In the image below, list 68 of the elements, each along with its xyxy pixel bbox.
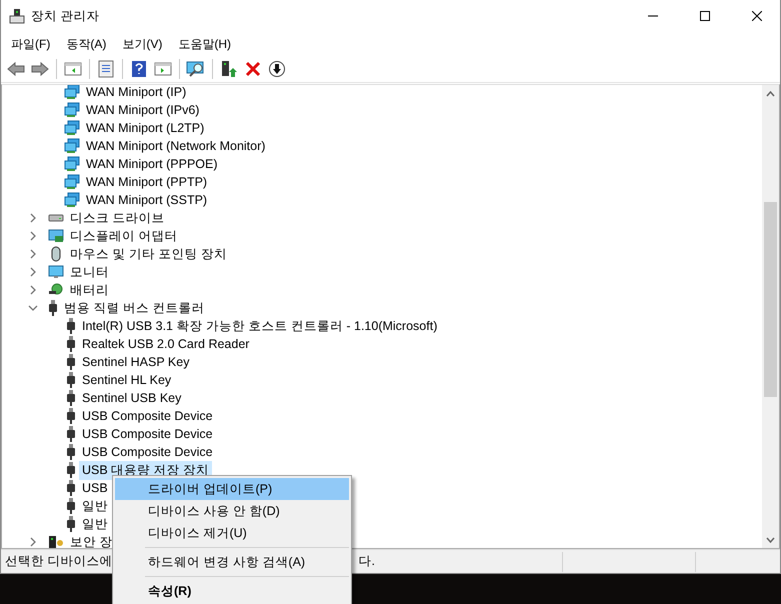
usb-plug-icon — [66, 462, 76, 478]
tree-item[interactable]: 일반 — [79, 496, 111, 516]
context-menu-item[interactable]: 속성(R) — [115, 580, 349, 602]
menu-item[interactable]: 동작(A) — [58, 32, 114, 56]
context-menu-item[interactable]: 하드웨어 변경 사항 검색(A) — [115, 551, 349, 573]
tree-item[interactable]: WAN Miniport (SSTP) — [83, 192, 210, 208]
tree-item[interactable]: USB Composite Device — [79, 426, 216, 442]
tree-category[interactable]: 배터리 — [67, 280, 112, 300]
context-menu-item[interactable]: 디바이스 제거(U) — [115, 522, 349, 544]
device-manager-icon — [9, 8, 25, 24]
usb-plug-icon — [66, 372, 76, 388]
network-computer-icon — [64, 138, 80, 154]
network-computer-icon — [64, 85, 80, 100]
tree-item[interactable]: WAN Miniport (PPPOE) — [83, 156, 221, 172]
display-adapter-icon — [48, 228, 64, 244]
tree-item[interactable]: WAN Miniport (L2TP) — [83, 120, 208, 136]
usb-plug-icon — [66, 390, 76, 406]
tree-item[interactable]: WAN Miniport (IPv6) — [83, 102, 202, 118]
usb-plug-icon — [66, 408, 76, 424]
tree-item[interactable]: Sentinel HL Key — [79, 372, 174, 388]
tree-item[interactable]: Sentinel HASP Key — [79, 354, 192, 370]
caret-down-icon — [766, 536, 775, 542]
usb-plug-icon — [66, 426, 76, 442]
tree-item[interactable]: Sentinel USB Key — [79, 390, 184, 406]
status-text: 다. — [357, 553, 375, 570]
download-icon[interactable] — [266, 58, 288, 80]
tree-category[interactable]: 디스플레이 어댑터 — [67, 226, 180, 246]
tree-item[interactable]: Intel(R) USB 3.1 확장 가능한 호스트 컨트롤러 - 1.10(Microsoft) — [79, 316, 440, 336]
menu-item[interactable]: 보기(V) — [114, 32, 170, 56]
usb-plug-icon — [66, 498, 76, 514]
scrollbar-thumb[interactable] — [764, 202, 777, 397]
tree-item[interactable]: WAN Miniport (PPTP) — [83, 174, 210, 190]
tree-category[interactable]: 보안 장 — [67, 532, 116, 548]
usb-plug-icon — [66, 480, 76, 496]
tree-item[interactable]: Realtek USB 2.0 Card Reader — [79, 336, 252, 352]
disk-drive-icon — [48, 214, 64, 222]
tree-category[interactable]: 마우스 및 기타 포인팅 장치 — [67, 244, 230, 264]
usb-plug-icon — [66, 336, 76, 352]
usb-plug-icon — [66, 516, 76, 532]
usb-plug-icon — [66, 444, 76, 460]
tree-item[interactable]: USB Composite Device — [79, 408, 216, 424]
tree-category[interactable]: 범용 직렬 버스 컨트롤러 — [61, 298, 208, 318]
tree-item[interactable]: USB — [79, 480, 111, 496]
tree-category[interactable]: 모니터 — [67, 262, 112, 282]
monitor-icon — [48, 264, 64, 280]
menu-item[interactable]: 파일(F) — [3, 32, 58, 56]
menu-item[interactable]: 도움말(H) — [170, 32, 239, 56]
tree-item[interactable]: WAN Miniport (Network Monitor) — [83, 138, 268, 154]
window-title: 장치 관리자 — [31, 8, 100, 24]
status-text: 선택한 디바이스에 — [4, 553, 112, 570]
usb-plug-icon — [48, 300, 58, 316]
close-icon — [752, 11, 762, 21]
tree-item[interactable]: 일반 — [79, 514, 111, 534]
tree-item[interactable]: USB Composite Device — [79, 444, 216, 460]
tree-item[interactable]: WAN Miniport (IP) — [83, 85, 190, 100]
tree-category[interactable]: 디스크 드라이브 — [67, 208, 168, 228]
network-computer-icon — [64, 156, 80, 172]
caret-up-icon — [766, 90, 775, 96]
network-computer-icon — [64, 120, 80, 136]
maximize-icon — [700, 11, 710, 21]
usb-plug-icon — [66, 354, 76, 370]
network-computer-icon — [64, 192, 80, 208]
network-computer-icon — [64, 102, 80, 118]
context-menu-item[interactable]: 드라이버 업데이트(P) — [115, 478, 349, 500]
security-device-icon — [48, 534, 64, 548]
context-menu-item[interactable]: 디바이스 사용 안 함(D) — [115, 500, 349, 522]
network-computer-icon — [64, 174, 80, 190]
usb-plug-icon — [66, 318, 76, 334]
